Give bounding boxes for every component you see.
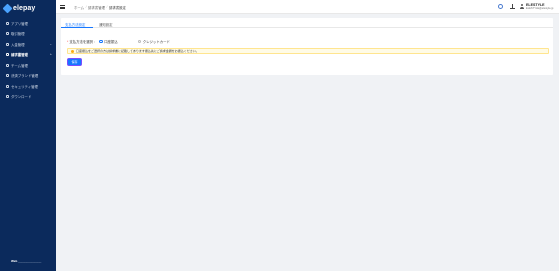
- user-email: ELESTYLE@elestyle.jp: [526, 7, 554, 10]
- transaction-icon: [6, 32, 9, 36]
- user-icon: [520, 4, 524, 9]
- download-icon[interactable]: [510, 4, 515, 9]
- sidebar-item-label: 請求書管理: [11, 53, 28, 58]
- chevron-down-icon: ⌄: [49, 42, 52, 47]
- sidebar-item-label: 決済ブランド管理: [11, 74, 39, 79]
- radio-selected-icon: [99, 39, 103, 44]
- payment-method-row: * 支払方法を選択 : 口座振込 クレジットカード: [67, 39, 170, 45]
- header: ホーム / 請求書管理 / 請求書設定 ELESTYLE ELESTYLE@el…: [56, 0, 559, 14]
- elepay-logo-icon: [2, 3, 13, 13]
- download-icon: [6, 95, 9, 99]
- alert-text: 口座振込をご選択の方は請求書に記載してあります振込先にご請求金額をお振込ください…: [76, 49, 199, 53]
- radio-label: クレジットカード: [142, 40, 170, 44]
- user-menu[interactable]: ELESTYLE ELESTYLE@elestyle.jp: [520, 3, 553, 10]
- sidebar-item-label: 入金管理: [11, 42, 25, 47]
- settings-card: 支払方法設定 通知設定 * 支払方法を選択 : 口座振込 クレジットカード 口座…: [61, 18, 553, 75]
- info-alert: 口座振込をご選択の方は請求書に記載してあります振込先にご請求金額をお振込ください…: [67, 48, 549, 54]
- footer-brand-text: ________________: [18, 259, 42, 263]
- breadcrumb-invoices[interactable]: 請求書管理: [88, 5, 105, 10]
- sidebar-item-label: チーム管理: [11, 63, 28, 68]
- save-button[interactable]: 保存: [68, 59, 81, 65]
- sidebar-nav: アプリ管理 取引管理 入金管理 ⌄ 請求書管理 ⌃ チーム管理 決済ブランド管理…: [0, 18, 56, 102]
- breadcrumb-separator: /: [106, 5, 108, 9]
- payment-method-label: 支払方法を選択: [69, 40, 94, 44]
- payment-method-radio-group: 口座振込 クレジットカード: [99, 39, 170, 44]
- sidebar-item-team[interactable]: チーム管理: [0, 60, 56, 71]
- required-mark: *: [67, 39, 69, 44]
- tab-notifications[interactable]: 通知設定: [99, 22, 113, 27]
- radio-label: 口座振込: [104, 40, 118, 44]
- sidebar-item-download[interactable]: ダウンロード: [0, 92, 56, 103]
- sidebar-item-brands[interactable]: 決済ブランド管理: [0, 71, 56, 82]
- invoice-icon: [6, 53, 9, 57]
- app-icon: [6, 21, 9, 25]
- brand-icon: [6, 74, 9, 78]
- sidebar-item-label: 取引管理: [11, 32, 25, 37]
- user-info: ELESTYLE ELESTYLE@elestyle.jp: [526, 3, 553, 10]
- help-icon[interactable]: [498, 4, 503, 9]
- sidebar-item-deposits[interactable]: 入金管理 ⌄: [0, 39, 56, 50]
- deposit-icon: [6, 42, 9, 46]
- radio-credit-card[interactable]: クレジットカード: [137, 39, 170, 44]
- tab-payment-method[interactable]: 支払方法設定: [65, 22, 85, 27]
- team-icon: [6, 63, 9, 67]
- breadcrumb-current: 請求書設定: [108, 6, 126, 10]
- active-tab-indicator: [61, 27, 93, 28]
- label-colon: :: [94, 39, 96, 44]
- chevron-up-icon: ⌃: [49, 52, 52, 57]
- sidebar-item-label: セキュリティ管理: [11, 84, 38, 89]
- settings-tabs: 支払方法設定 通知設定: [61, 18, 553, 28]
- breadcrumb-separator: /: [85, 5, 87, 9]
- radio-bank-transfer[interactable]: 口座振込: [99, 39, 118, 44]
- sidebar-item-security[interactable]: セキュリティ管理: [0, 81, 56, 92]
- warning-icon: [71, 49, 74, 53]
- sidebar-item-label: ダウンロード: [11, 95, 32, 100]
- menu-icon[interactable]: [60, 5, 65, 9]
- sidebar-item-label: アプリ管理: [11, 21, 28, 26]
- sidebar-item-app[interactable]: アプリ管理: [0, 18, 56, 29]
- security-icon: [6, 84, 9, 88]
- logo-text: elepay: [13, 4, 36, 12]
- footer-brand-label: Web: [11, 259, 18, 263]
- sidebar: elepay アプリ管理 取引管理 入金管理 ⌄ 請求書管理 ⌃ チーム管理 決…: [0, 0, 56, 271]
- header-actions: [498, 4, 515, 9]
- breadcrumb: ホーム / 請求書管理 / 請求書設定: [74, 5, 126, 10]
- footer-brand: Web ________________: [11, 259, 41, 263]
- breadcrumb-home[interactable]: ホーム: [74, 5, 84, 10]
- sidebar-item-transactions[interactable]: 取引管理: [0, 29, 56, 40]
- logo[interactable]: elepay: [2, 3, 36, 13]
- radio-unselected-icon: [137, 39, 142, 44]
- sidebar-item-invoices[interactable]: 請求書管理 ⌃: [0, 50, 56, 61]
